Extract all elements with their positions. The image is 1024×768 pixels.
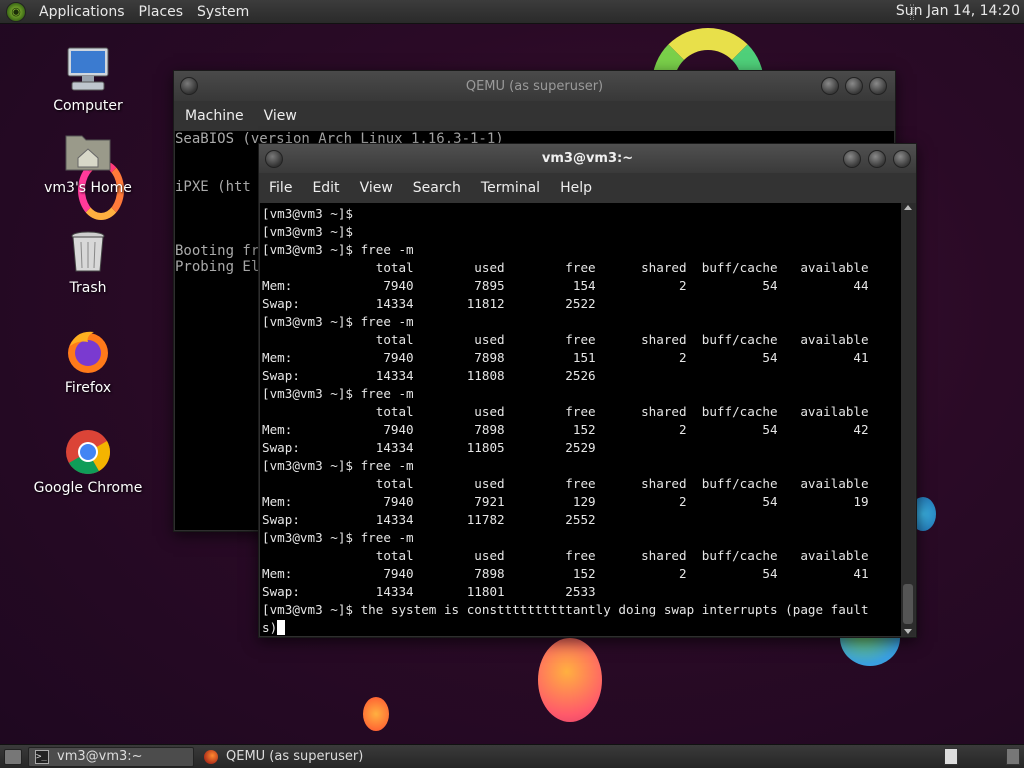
desktop-icon-label: Trash: [69, 280, 107, 296]
terminal-menubar: File Edit View Search Terminal Help: [259, 173, 916, 203]
desktop-icon-firefox[interactable]: Firefox: [33, 328, 143, 396]
terminal-line: total used free shared buff/cache availa…: [262, 404, 869, 419]
terminal-line: Mem: 7940 7898 152 2 54 42: [262, 422, 869, 437]
applications-menu[interactable]: Applications: [32, 4, 132, 20]
system-menu[interactable]: System: [190, 4, 256, 20]
menu-help[interactable]: Help: [550, 180, 602, 196]
qemu-menubar: Machine View: [174, 101, 895, 131]
terminal-window[interactable]: vm3@vm3:~ File Edit View Search Terminal…: [258, 143, 917, 638]
taskbar-label: vm3@vm3:~: [57, 749, 143, 764]
terminal-line: Swap: 14334 11801 2533: [262, 584, 596, 599]
qemu-icon: [204, 749, 218, 764]
scrollbar-thumb[interactable]: [903, 584, 913, 624]
terminal-line: Swap: 14334 11812 2522: [262, 296, 596, 311]
menu-view[interactable]: View: [254, 108, 307, 124]
chrome-icon: [64, 428, 112, 476]
wallpaper-blob-small: [363, 697, 389, 731]
places-menu[interactable]: Places: [132, 4, 191, 20]
maximize-button[interactable]: [868, 150, 886, 168]
terminal-line: Swap: 14334 11805 2529: [262, 440, 596, 455]
home-folder-icon: [64, 128, 112, 176]
terminal-line: [vm3@vm3 ~]$ free -m: [262, 242, 414, 257]
clock[interactable]: Sun Jan 14, 14:20: [896, 3, 1020, 19]
firefox-icon: [64, 328, 112, 376]
scroll-up-arrow-icon[interactable]: [904, 205, 912, 210]
terminal-line: Mem: 7940 7898 152 2 54 41: [262, 566, 869, 581]
desktop-icon-label: Computer: [53, 98, 123, 114]
terminal-title: vm3@vm3:~: [541, 151, 634, 166]
terminal-line: Swap: 14334 11808 2526: [262, 368, 596, 383]
wallpaper-blob-orange: [538, 638, 602, 722]
computer-icon: [64, 46, 112, 94]
qemu-titlebar[interactable]: QEMU (as superuser): [174, 71, 895, 101]
desktop-icon-label: Firefox: [64, 380, 112, 396]
desktop-icon-label: vm3's Home: [44, 180, 132, 196]
bottom-panel: >_ vm3@vm3:~ QEMU (as superuser): [0, 744, 1024, 768]
minimize-button[interactable]: [821, 77, 839, 95]
terminal-line: Mem: 7940 7898 151 2 54 41: [262, 350, 869, 365]
qemu-title: QEMU (as superuser): [465, 78, 604, 94]
terminal-line: [vm3@vm3 ~]$ the system is consttttttttt…: [262, 602, 869, 617]
close-button[interactable]: [869, 77, 887, 95]
menu-machine[interactable]: Machine: [175, 108, 254, 124]
desktop-icon-computer[interactable]: Computer: [33, 46, 143, 114]
mate-logo-icon[interactable]: ◉: [6, 1, 26, 22]
window-menu-icon[interactable]: [265, 150, 283, 168]
trash-applet-icon[interactable]: [1006, 748, 1020, 765]
taskbar-item-terminal[interactable]: >_ vm3@vm3:~: [28, 746, 194, 767]
show-desktop-icon[interactable]: [4, 748, 22, 765]
terminal-line: [vm3@vm3 ~]$: [262, 206, 353, 221]
terminal-line: Mem: 7940 7921 129 2 54 19: [262, 494, 869, 509]
text-cursor: [277, 620, 286, 635]
terminal-line: [vm3@vm3 ~]$ free -m: [262, 386, 414, 401]
terminal-line: total used free shared buff/cache availa…: [262, 332, 869, 347]
terminal-line: [vm3@vm3 ~]$: [262, 224, 353, 239]
desktop-icon-home[interactable]: vm3's Home: [33, 128, 143, 196]
scroll-down-arrow-icon[interactable]: [904, 629, 912, 634]
menu-file[interactable]: File: [259, 180, 302, 196]
terminal-titlebar[interactable]: vm3@vm3:~: [259, 144, 916, 173]
menu-view[interactable]: View: [350, 180, 403, 196]
terminal-line: [vm3@vm3 ~]$ free -m: [262, 314, 414, 329]
trash-icon: [64, 228, 112, 276]
terminal-icon: >_: [35, 749, 49, 764]
close-button[interactable]: [893, 150, 911, 168]
terminal-line: Swap: 14334 11782 2552: [262, 512, 596, 527]
terminal-line: total used free shared buff/cache availa…: [262, 548, 869, 563]
menu-terminal[interactable]: Terminal: [471, 180, 550, 196]
desktop-icon-label: Google Chrome: [33, 480, 143, 496]
top-panel: ◉ Applications Places System Sun Jan 14,…: [0, 0, 1024, 24]
terminal-line: [vm3@vm3 ~]$ free -m: [262, 458, 414, 473]
menu-search[interactable]: Search: [403, 180, 471, 196]
terminal-line: total used free shared buff/cache availa…: [262, 260, 869, 275]
desktop-icon-chrome[interactable]: Google Chrome: [33, 428, 143, 496]
desktop-icon-trash[interactable]: Trash: [33, 228, 143, 296]
minimize-button[interactable]: [843, 150, 861, 168]
terminal-line: [vm3@vm3 ~]$ free -m: [262, 530, 414, 545]
terminal-line: s): [262, 619, 902, 636]
maximize-button[interactable]: [845, 77, 863, 95]
terminal-output[interactable]: [vm3@vm3 ~]$ [vm3@vm3 ~]$ [vm3@vm3 ~]$ fre…: [260, 203, 902, 636]
workspace-switcher-icon[interactable]: [944, 748, 958, 765]
menu-edit[interactable]: Edit: [302, 180, 349, 196]
taskbar-item-qemu[interactable]: QEMU (as superuser): [198, 747, 388, 767]
taskbar-label: QEMU (as superuser): [226, 749, 364, 764]
terminal-line: Mem: 7940 7895 154 2 54 44: [262, 278, 869, 293]
terminal-scrollbar[interactable]: [901, 203, 915, 636]
window-menu-icon[interactable]: [180, 77, 198, 95]
terminal-line: total used free shared buff/cache availa…: [262, 476, 869, 491]
